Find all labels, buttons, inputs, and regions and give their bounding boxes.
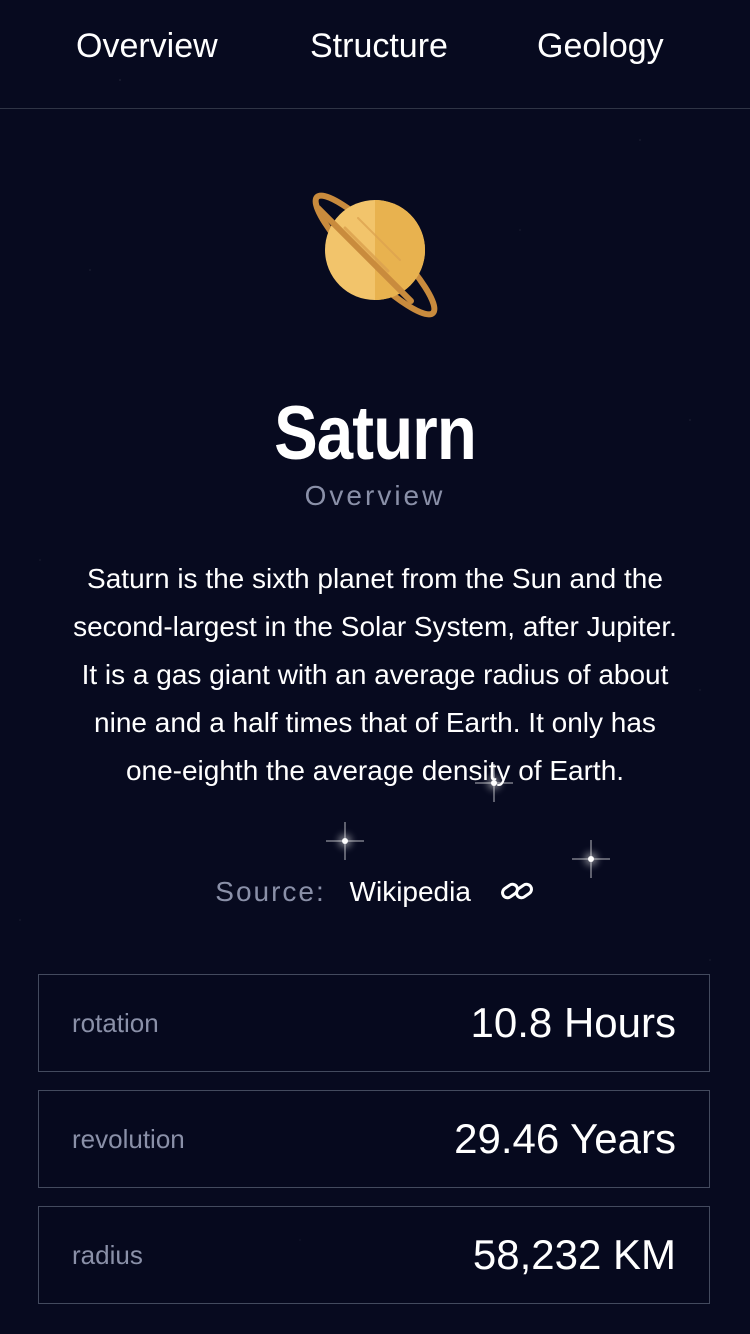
stat-radius: radius 58,232 KM — [38, 1206, 710, 1304]
stat-label: radius — [72, 1240, 143, 1270]
planet-title: Saturn — [274, 391, 477, 476]
saturn-icon — [300, 180, 450, 330]
chain-link-icon-graphic — [500, 882, 533, 899]
source-line: Source: Wikipedia — [0, 876, 750, 908]
stat-rotation: rotation 10.8 Hours — [38, 974, 710, 1072]
sparkle-decoration — [588, 856, 594, 862]
stat-label: revolution — [72, 1124, 185, 1154]
link-icon[interactable] — [499, 877, 535, 905]
section-subtitle: Overview — [304, 480, 446, 511]
stat-label: rotation — [72, 1008, 159, 1038]
tab-geology[interactable]: Geology — [537, 20, 664, 72]
source-link[interactable]: Wikipedia — [350, 876, 471, 907]
stat-revolution: revolution 29.46 Years — [38, 1090, 710, 1188]
source-label: Source: — [215, 876, 326, 907]
tab-structure[interactable]: Structure — [310, 20, 448, 72]
tab-overview[interactable]: Overview — [76, 20, 218, 72]
stat-value: 29.46 Years — [454, 1115, 676, 1162]
planet-description: Saturn is the sixth planet from the Sun … — [73, 563, 677, 786]
saturn-illustration — [312, 192, 438, 318]
planet-tabs-nav: Overview Structure Geology — [0, 0, 750, 109]
stat-value: 10.8 Hours — [470, 999, 676, 1046]
sparkle-decoration — [342, 838, 348, 844]
stat-value: 58,232 KM — [472, 1231, 676, 1278]
